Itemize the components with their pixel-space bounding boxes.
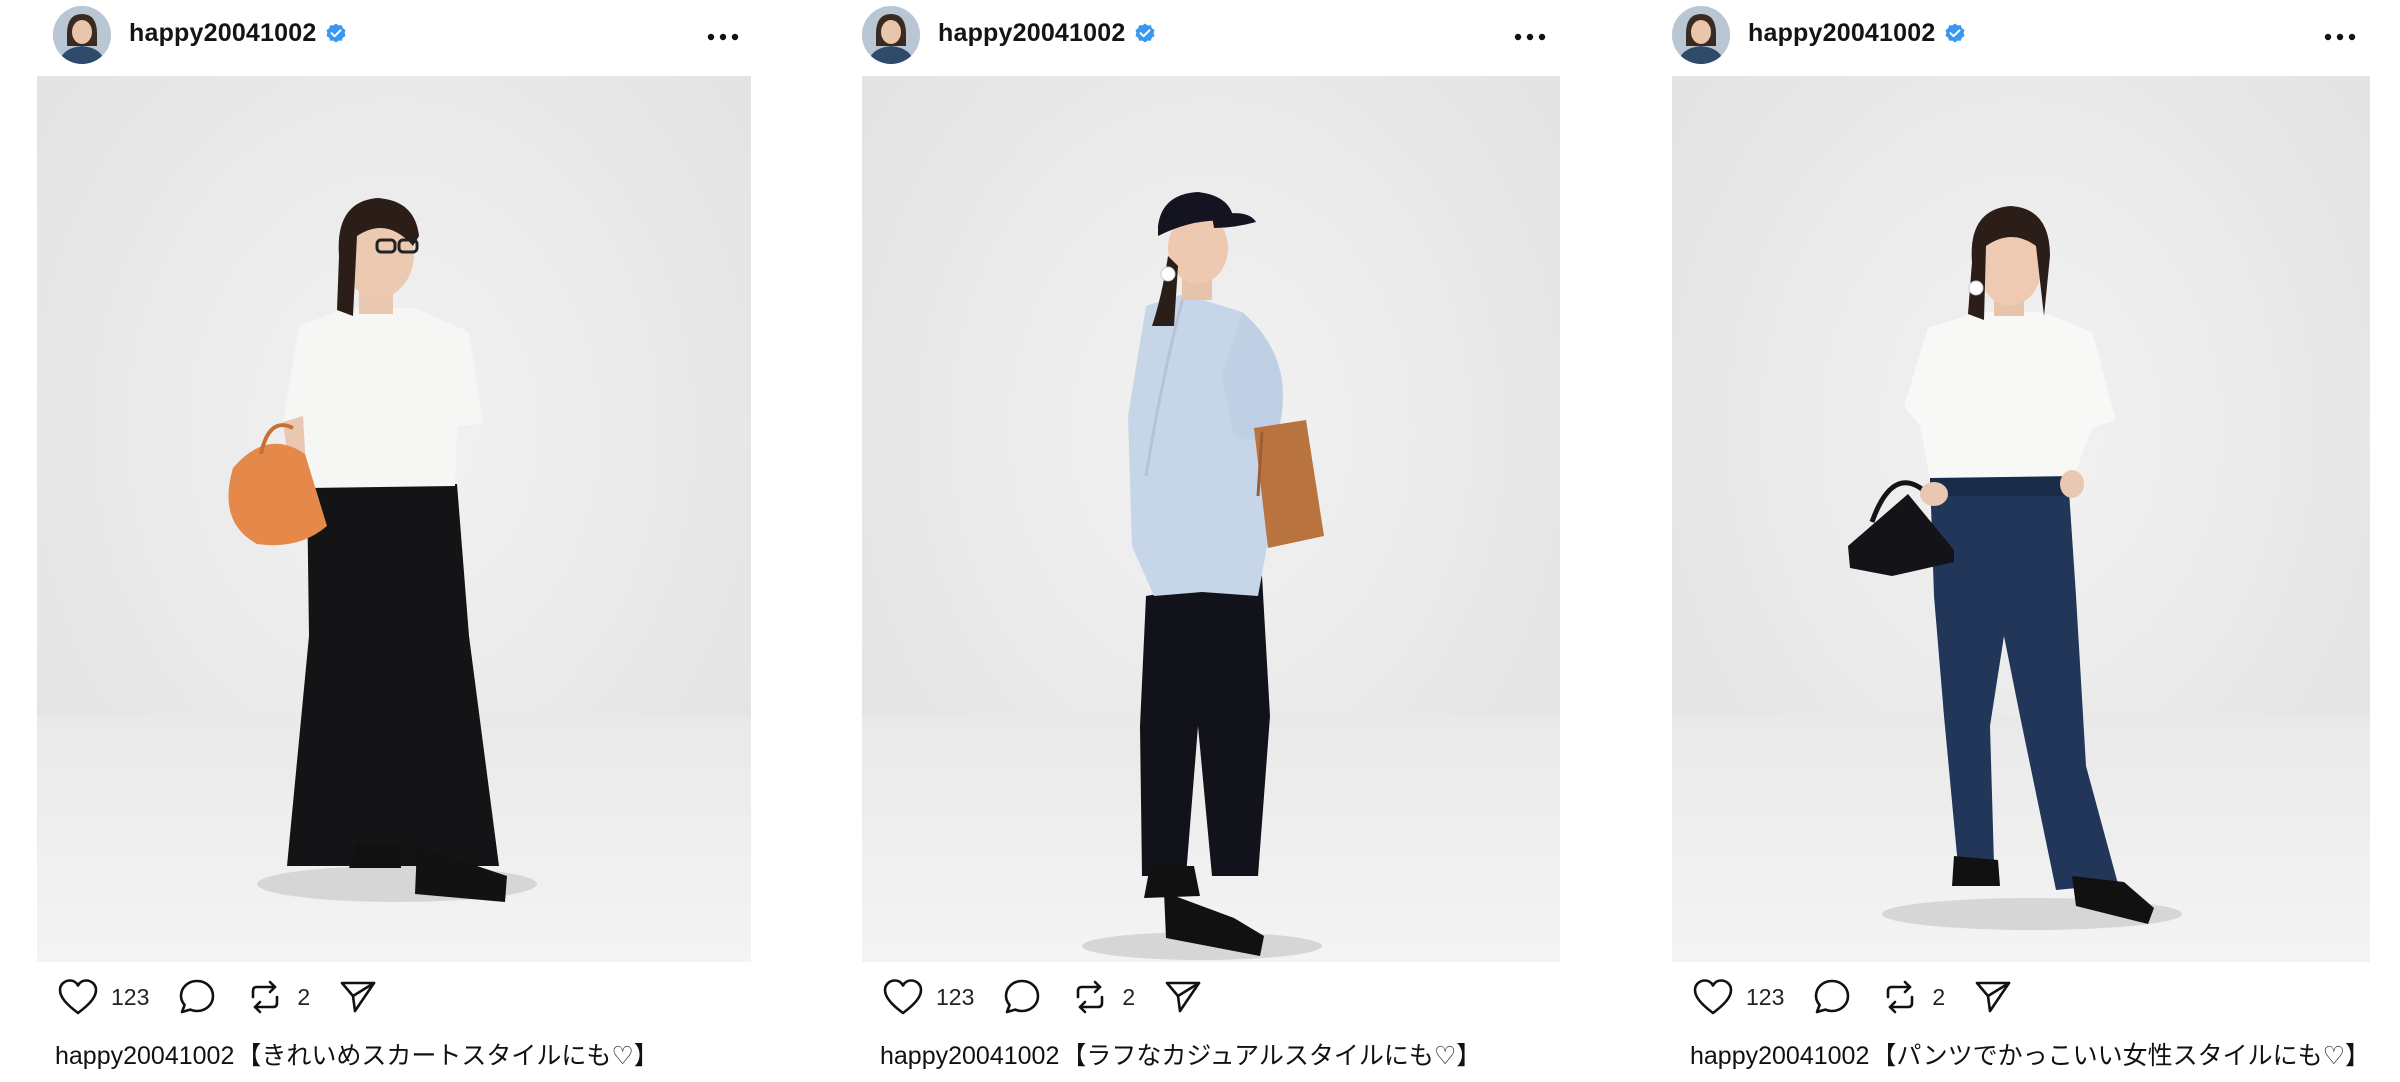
- avatar[interactable]: [1672, 6, 1730, 64]
- username-text[interactable]: happy20041002: [129, 19, 316, 48]
- post-header: happy20041002: [862, 0, 1592, 74]
- post-header: happy20041002: [1672, 0, 2400, 74]
- comment-button[interactable]: [1812, 977, 1852, 1017]
- repost-button[interactable]: 2: [245, 977, 310, 1017]
- comment-icon: [1002, 977, 1042, 1017]
- avatar[interactable]: [53, 6, 111, 64]
- repost-count: 2: [1122, 983, 1136, 1010]
- post-card-1: happy20041002 123 2 happy20041002【きれいめスカ…: [37, 0, 767, 1082]
- heart-icon: [1692, 978, 1734, 1016]
- caption-text: 【きれいめスカートスタイルにも♡】: [236, 1042, 659, 1070]
- post-username[interactable]: happy20041002: [1748, 19, 1967, 48]
- post-photo[interactable]: [1672, 76, 2370, 962]
- caption-username[interactable]: happy20041002: [1690, 1042, 1869, 1070]
- post-actions: 123 2: [882, 972, 1231, 1022]
- repost-button[interactable]: 2: [1070, 977, 1135, 1017]
- share-button[interactable]: [338, 977, 378, 1017]
- repost-icon: [1880, 977, 1920, 1017]
- more-options-icon[interactable]: [701, 22, 745, 52]
- repost-icon: [245, 977, 285, 1017]
- caption-text: 【パンツでかっこいい女性スタイルにも♡】: [1871, 1042, 2371, 1070]
- like-button[interactable]: 123: [882, 978, 974, 1016]
- username-text[interactable]: happy20041002: [1748, 19, 1935, 48]
- share-icon: [338, 977, 378, 1017]
- post-actions: 123 2: [1692, 972, 2041, 1022]
- post-photo[interactable]: [862, 76, 1560, 962]
- repost-count: 2: [297, 983, 311, 1010]
- heart-icon: [882, 978, 924, 1016]
- heart-icon: [57, 978, 99, 1016]
- more-options-icon[interactable]: [1508, 22, 1552, 52]
- caption-username[interactable]: happy20041002: [55, 1042, 234, 1070]
- post-username[interactable]: happy20041002: [938, 19, 1157, 48]
- like-count: 123: [1746, 983, 1785, 1010]
- post-card-3: happy20041002 123 2 happy20041002【パンツでかっ…: [1672, 0, 2400, 1082]
- like-button[interactable]: 123: [57, 978, 149, 1016]
- comment-icon: [177, 977, 217, 1017]
- like-count: 123: [936, 983, 975, 1010]
- post-caption: happy20041002【ラフなカジュアルスタイルにも♡】: [880, 1036, 1481, 1072]
- comment-icon: [1812, 977, 1852, 1017]
- post-username[interactable]: happy20041002: [129, 19, 348, 48]
- post-actions: 123 2: [57, 972, 406, 1022]
- post-photo[interactable]: [37, 76, 751, 962]
- post-caption: happy20041002【パンツでかっこいい女性スタイルにも♡】: [1690, 1036, 2370, 1072]
- verified-icon: [1943, 22, 1967, 46]
- post-card-2: happy20041002 123 2 happy20041002【ラフなカジュ…: [862, 0, 1592, 1082]
- comment-button[interactable]: [177, 977, 217, 1017]
- caption-username[interactable]: happy20041002: [880, 1042, 1059, 1070]
- avatar[interactable]: [862, 6, 920, 64]
- share-icon: [1163, 977, 1203, 1017]
- share-button[interactable]: [1973, 977, 2013, 1017]
- caption-text: 【ラフなカジュアルスタイルにも♡】: [1061, 1042, 1482, 1070]
- repost-button[interactable]: 2: [1880, 977, 1945, 1017]
- verified-icon: [1133, 22, 1157, 46]
- verified-icon: [324, 22, 348, 46]
- post-header: happy20041002: [37, 0, 767, 74]
- comment-button[interactable]: [1002, 977, 1042, 1017]
- share-icon: [1973, 977, 2013, 1017]
- like-count: 123: [111, 983, 150, 1010]
- username-text[interactable]: happy20041002: [938, 19, 1125, 48]
- like-button[interactable]: 123: [1692, 978, 1784, 1016]
- repost-count: 2: [1932, 983, 1946, 1010]
- more-options-icon[interactable]: [2318, 22, 2362, 52]
- share-button[interactable]: [1163, 977, 1203, 1017]
- repost-icon: [1070, 977, 1110, 1017]
- post-caption: happy20041002【きれいめスカートスタイルにも♡】: [55, 1036, 659, 1072]
